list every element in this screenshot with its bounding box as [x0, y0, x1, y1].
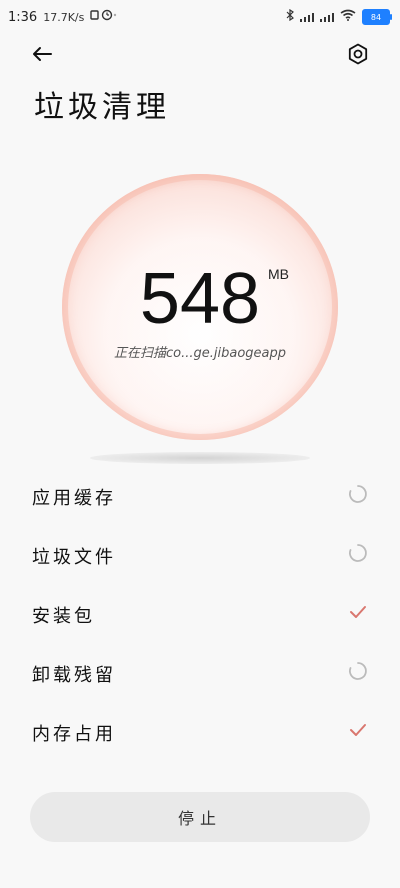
notification-icons	[90, 9, 118, 25]
scan-status-text: 正在扫描co...ge.jibaogeapp	[114, 346, 286, 361]
gear-icon	[348, 43, 368, 65]
signal-icon-2	[320, 12, 334, 22]
bluetooth-icon	[286, 8, 294, 25]
list-item-uninstall-residue[interactable]: 卸载残留	[0, 643, 400, 702]
loading-icon	[346, 482, 370, 506]
junk-size-value: 548	[139, 259, 261, 339]
list-item-label: 应用缓存	[32, 488, 116, 509]
list-item-app-cache[interactable]: 应用缓存	[0, 466, 400, 525]
list-item-junk-files[interactable]: 垃圾文件	[0, 525, 400, 584]
wifi-icon	[340, 9, 356, 25]
page-title: 垃圾清理	[34, 90, 170, 125]
status-time: 1:36	[8, 9, 38, 25]
list-item-memory-usage[interactable]: 内存占用	[0, 702, 400, 761]
battery-level: 84	[370, 12, 382, 22]
category-list: 应用缓存 垃圾文件 安装包 卸载残留 内存占用	[0, 466, 400, 761]
loading-icon	[346, 541, 370, 565]
list-item-label: 内存占用	[32, 724, 116, 745]
screen: 1:36 17.7K/s 84 垃圾清理 548 MB 正在扫描co...ge.…	[0, 0, 400, 888]
status-icons	[90, 9, 117, 21]
status-right: 84	[286, 8, 392, 25]
check-icon	[346, 718, 370, 742]
settings-button[interactable]	[342, 38, 374, 70]
stop-button[interactable]: 停止	[30, 792, 370, 842]
list-item-install-packages[interactable]: 安装包	[0, 584, 400, 643]
back-button[interactable]	[26, 38, 58, 70]
signal-icon	[300, 12, 314, 22]
status-bar: 1:36 17.7K/s 84	[0, 0, 400, 34]
network-speed: 17.7K/s	[43, 10, 85, 24]
scan-gauge: 548 MB 正在扫描co...ge.jibaogeapp	[62, 174, 338, 464]
list-item-label: 垃圾文件	[32, 547, 116, 568]
loading-icon	[346, 659, 370, 683]
battery-icon: 84	[362, 9, 392, 25]
back-arrow-icon	[33, 47, 52, 61]
junk-size-unit: MB	[268, 266, 289, 282]
check-icon	[346, 600, 370, 624]
status-left: 1:36 17.7K/s	[8, 9, 118, 25]
list-item-label: 安装包	[32, 606, 95, 627]
list-item-label: 卸载残留	[32, 665, 116, 686]
